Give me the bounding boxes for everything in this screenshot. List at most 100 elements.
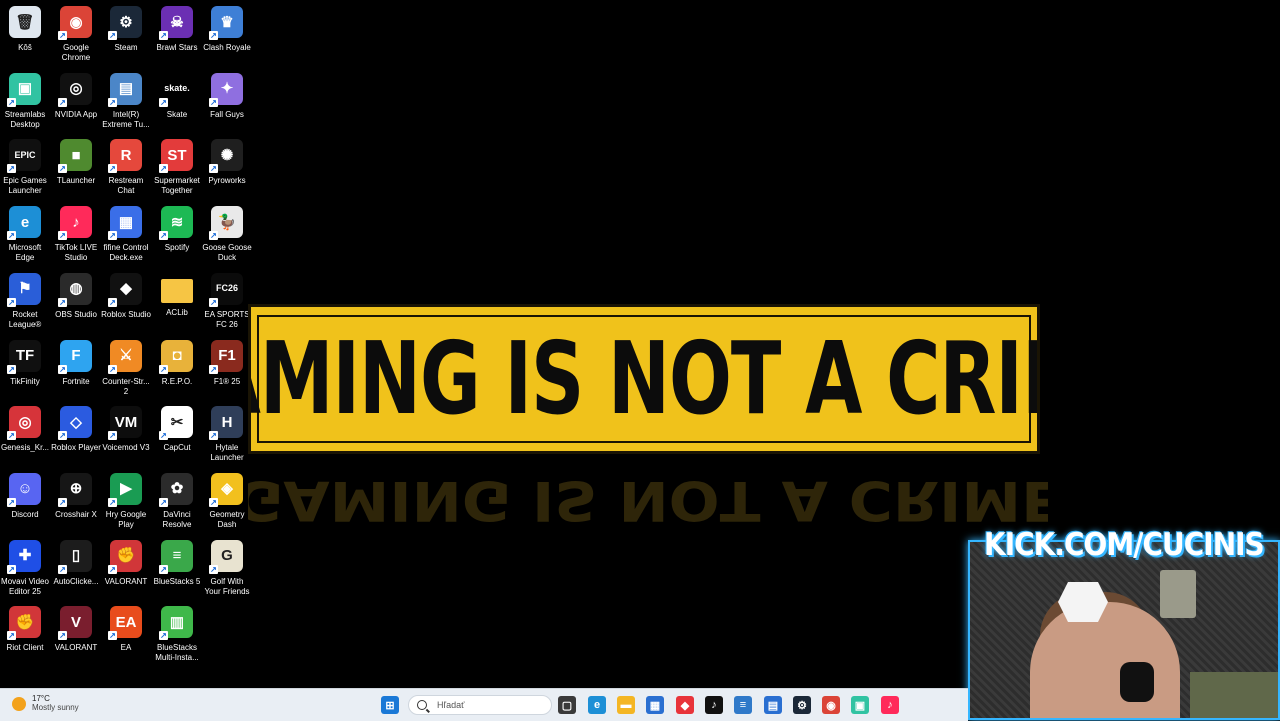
desktop-icon[interactable]: EPIC ↗ Epic Games Launcher — [0, 135, 50, 199]
desktop-icon[interactable]: ≡ ↗ BlueStacks 5 — [152, 536, 202, 600]
edge-taskbar-icon[interactable]: e — [588, 696, 606, 714]
shortcut-arrow-icon: ↗ — [58, 564, 67, 574]
desktop-icon[interactable]: ◉ ↗ Google Chrome — [51, 2, 101, 66]
windows-start-icon[interactable]: ⊞ — [381, 696, 399, 714]
desktop-icon[interactable]: ST ↗ Supermarket Together — [152, 135, 202, 199]
desktop-icon[interactable]: ▣ ↗ Streamlabs Desktop — [0, 69, 50, 133]
task-view-icon[interactable]: ▢ — [558, 696, 576, 714]
search-placeholder: Hľadať — [437, 700, 465, 710]
desktop-icon[interactable]: ▤ ↗ Intel(R) Extreme Tu... — [101, 69, 151, 133]
desktop-icon[interactable]: 🦆 ↗ Goose Goose Duck — [202, 202, 252, 266]
desktop-icon[interactable]: ♛ ↗ Clash Royale — [202, 2, 252, 66]
nvidia-icon: ◎ ↗ — [58, 72, 92, 107]
desktop-icon[interactable]: ▥ ↗ BlueStacks Multi-Insta... — [152, 602, 202, 666]
photos-icon[interactable]: ▤ — [764, 696, 782, 714]
bluestacks-multi-icon: ▥ ↗ — [159, 606, 193, 641]
desktop-icon-label: NVIDIA App — [54, 109, 98, 119]
desktop-icon[interactable]: ≋ ↗ Spotify — [152, 202, 202, 266]
desktop-icon[interactable]: ◎ ↗ NVIDIA App — [51, 69, 101, 133]
streamlabs-taskbar-icon[interactable]: ▣ — [851, 696, 869, 714]
desktop-icon[interactable]: ✂ ↗ CapCut — [152, 402, 202, 466]
desktop-icon[interactable]: F ↗ Fortnite — [51, 336, 101, 400]
tiktok-live-taskbar-icon[interactable]: ♪ — [881, 696, 899, 714]
desktop-icon[interactable]: ■ ↗ TLauncher — [51, 135, 101, 199]
desktop-icon[interactable]: V ↗ VALORANT — [51, 602, 101, 666]
f1-icon: F1 ↗ — [209, 339, 243, 374]
desktop-icon-label: Goose Goose Duck — [202, 243, 252, 263]
desktop-icon[interactable]: F1 ↗ F1® 25 — [202, 336, 252, 400]
wallpaper-banner-reflection: GAMING IS NOT A CRIME — [248, 456, 1048, 536]
shortcut-arrow-icon: ↗ — [108, 297, 117, 307]
desktop-icon[interactable]: ✿ ↗ DaVinci Resolve — [152, 469, 202, 533]
taskbar-search-box[interactable]: Hľadať — [408, 695, 552, 715]
notes-icon[interactable]: ≡ — [734, 696, 752, 714]
capcut-icon: ✂ ↗ — [159, 406, 193, 441]
desktop-icon[interactable]: ⚔ ↗ Counter-Str... 2 — [101, 336, 151, 400]
folder-icon — [161, 278, 193, 303]
desktop-icon-label: Movavi Video Editor 25 — [1, 576, 49, 596]
steam-taskbar-icon[interactable]: ⚙ — [793, 696, 811, 714]
desktop-icon[interactable]: ⊕ ↗ Crosshair X — [51, 469, 101, 533]
weather-widget[interactable]: 17°C Mostly sunny — [12, 694, 79, 713]
desktop-icon-label: Rocket League® — [8, 309, 42, 329]
desktop-icon[interactable]: ✺ ↗ Pyroworks — [202, 135, 252, 199]
desktop-icon[interactable]: skate. ↗ Skate — [152, 69, 202, 133]
desktop-icon[interactable]: VM ↗ Voicemod V3 — [101, 402, 151, 466]
desktop-icon-label: EA — [120, 643, 132, 653]
desktop-icon[interactable]: G ↗ Golf With Your Friends — [202, 536, 252, 600]
desktop-icon[interactable]: ☠ ↗ Brawl Stars — [152, 2, 202, 66]
desktop-icon[interactable]: e ↗ Microsoft Edge — [0, 202, 50, 266]
desktop-icon[interactable]: ⚙ ↗ Steam — [101, 2, 151, 66]
shortcut-arrow-icon: ↗ — [7, 231, 16, 241]
desktop-icon[interactable]: ◈ ↗ Geometry Dash — [202, 469, 252, 533]
desktop-icon[interactable]: ▶ ↗ Hry Google Play — [101, 469, 151, 533]
desktop-icon[interactable]: ✊ ↗ VALORANT — [101, 536, 151, 600]
desktop-icon[interactable]: EA ↗ EA — [101, 602, 151, 666]
geometry-dash-icon: ◈ ↗ — [209, 472, 243, 507]
desktop-icon[interactable]: ▦ ↗ fifine Control Deck.exe — [101, 202, 151, 266]
desktop-icon-label: Counter-Str... 2 — [102, 376, 150, 396]
desktop-icon-label: Roblox Studio — [101, 309, 151, 319]
desktop-icon-area: 🗑 Kôš ◉ ↗ Google Chrome ⚙ ↗ Steam ☠ ↗ Brawl Stars ♛… — [0, 0, 255, 688]
desktop-icon[interactable]: ♪ ↗ TikTok LIVE Studio — [51, 202, 101, 266]
shortcut-arrow-icon: ↗ — [159, 231, 168, 241]
shortcut-arrow-icon: ↗ — [159, 564, 168, 574]
desktop-icon[interactable]: ☺ ↗ Discord — [0, 469, 50, 533]
edge-icon: e ↗ — [7, 206, 41, 241]
desktop-icon[interactable]: ✦ ↗ Fall Guys — [202, 69, 252, 133]
desktop-icon[interactable]: FC26 ↗ EA SPORTS FC 26 — [202, 269, 252, 333]
desktop-icon[interactable]: ✊ ↗ Riot Client — [0, 602, 50, 666]
desktop-icon[interactable]: ◍ ↗ OBS Studio — [51, 269, 101, 333]
shortcut-arrow-icon: ↗ — [108, 431, 117, 441]
shortcut-arrow-icon: ↗ — [209, 97, 218, 107]
desktop-icon[interactable]: ACLib — [152, 269, 202, 333]
chrome-taskbar-icon[interactable]: ◉ — [822, 696, 840, 714]
file-explorer-icon[interactable]: ▬ — [617, 696, 635, 714]
desktop-icon[interactable]: R ↗ Restream Chat — [101, 135, 151, 199]
tiktok-icon[interactable]: ♪ — [705, 696, 723, 714]
desktop-icon[interactable]: H ↗ Hytale Launcher — [202, 402, 252, 466]
desktop-icon-label: Golf With Your Friends — [204, 576, 250, 596]
webcam-background-shape — [1058, 582, 1108, 622]
desktop-icon[interactable]: ◎ ↗ Genesis_Kr... — [0, 402, 50, 466]
desktop-icon[interactable]: ◘ ↗ R.E.P.O. — [152, 336, 202, 400]
epic-games-icon: EPIC ↗ — [7, 139, 41, 174]
taskbar: 17°C Mostly sunny ⊞ ▢ e ▬ ▦ ◆ ♪ ≡ ▤ ⚙ ◉ ▣ ♪ Hľadať — [0, 688, 968, 721]
desktop-icon-label: fifine Control Deck.exe — [103, 243, 149, 263]
desktop-icon[interactable]: TF ↗ TikFinity — [0, 336, 50, 400]
shortcut-arrow-icon: ↗ — [209, 31, 218, 40]
webcam-shirt — [1190, 672, 1278, 718]
shortcut-arrow-icon: ↗ — [209, 164, 218, 174]
desktop-icon-label: Google Chrome — [61, 43, 91, 62]
desktop-icon[interactable]: ✚ ↗ Movavi Video Editor 25 — [0, 536, 50, 600]
desktop-icon[interactable]: ◆ ↗ Roblox Studio — [101, 269, 151, 333]
desktop-icon[interactable]: ⚑ ↗ Rocket League® — [0, 269, 50, 333]
shortcut-arrow-icon: ↗ — [209, 297, 218, 307]
desktop-icon[interactable]: 🗑 Kôš — [0, 2, 50, 66]
app-red-icon[interactable]: ◆ — [676, 696, 694, 714]
desktop-icon[interactable]: ▯ ↗ AutoClicke... — [51, 536, 101, 600]
desktop-icon-label: Epic Games Launcher — [3, 176, 47, 196]
store-icon[interactable]: ▦ — [646, 696, 664, 714]
desktop-icon[interactable]: ◇ ↗ Roblox Player — [51, 402, 101, 466]
movavi-icon: ✚ ↗ — [7, 539, 41, 574]
